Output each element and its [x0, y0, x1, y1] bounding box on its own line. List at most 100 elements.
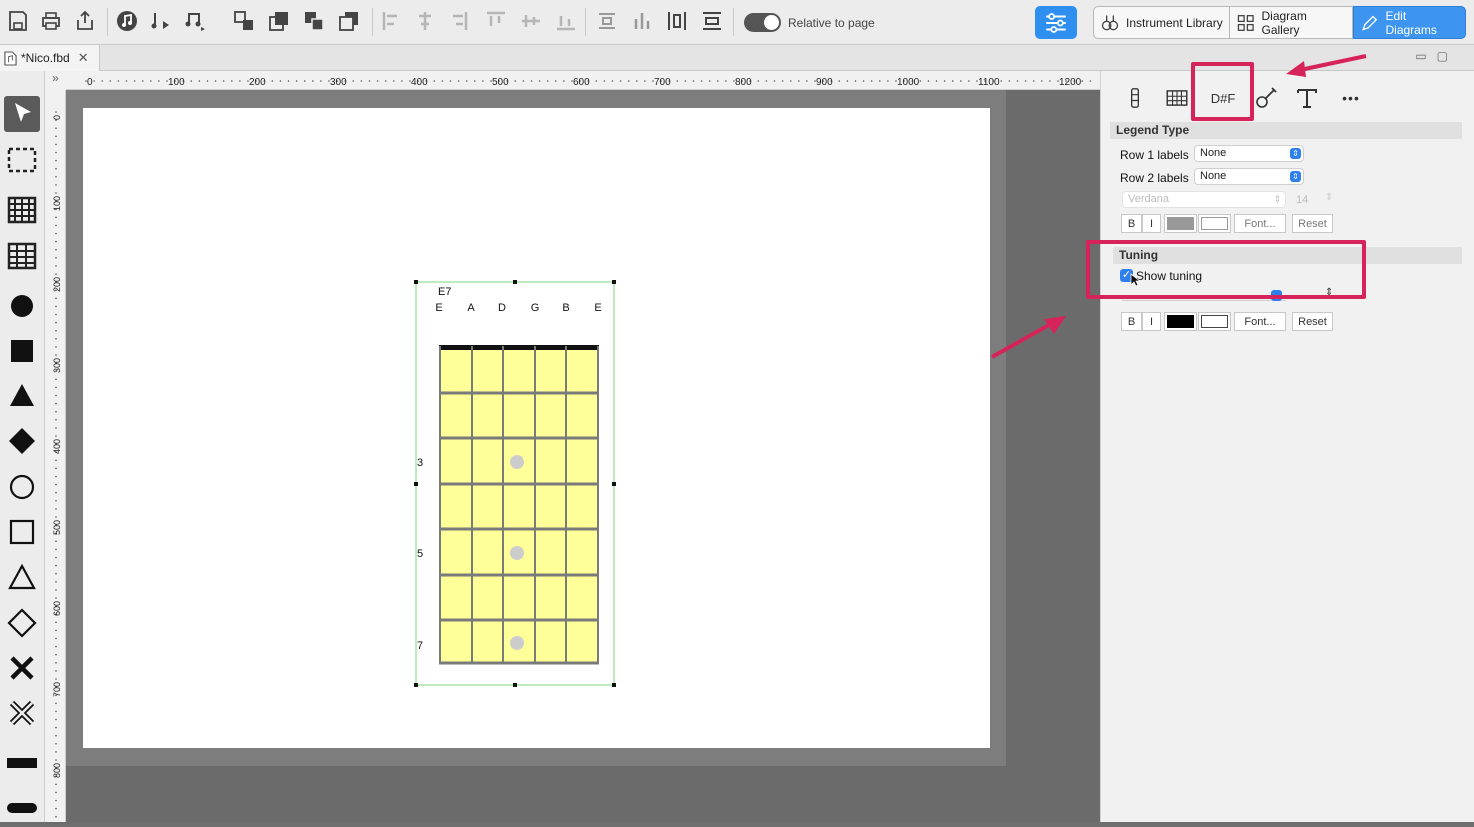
legend-italic-button[interactable]: I	[1142, 214, 1161, 233]
row1-labels-value: None	[1200, 147, 1227, 159]
diagram-gallery-label: Diagram Gallery	[1261, 8, 1307, 37]
filled-square-icon[interactable]	[4, 333, 40, 369]
ruler-corner[interactable]: »	[45, 71, 66, 90]
legend-type-header: Legend Type	[1110, 122, 1462, 139]
notes-menu-icon[interactable]	[181, 6, 211, 36]
fretboard-tool-icon[interactable]	[4, 192, 40, 228]
ruler-tick-label: 600	[573, 77, 590, 88]
relative-to-page-label: Relative to page	[788, 16, 875, 30]
string-label: D	[498, 302, 506, 314]
align-left-icon	[377, 6, 407, 36]
tuning-bold-button[interactable]: B	[1121, 312, 1142, 331]
bring-forward-icon[interactable]	[264, 6, 294, 36]
size-stepper-icon: ⇕	[1325, 192, 1334, 203]
tuning-italic-button[interactable]: I	[1142, 312, 1161, 331]
highlight-tuning-box	[1086, 240, 1366, 299]
row1-labels-select[interactable]: None ⇕	[1194, 145, 1304, 162]
inspector-button[interactable]	[1035, 6, 1077, 39]
horizontal-ruler: 0 100 200 300 400 500 600 700 800 900 1000 1100 1200	[66, 71, 1100, 90]
ruler-tick-label: 0	[87, 77, 93, 88]
row2-labels-select[interactable]: None ⇕	[1194, 168, 1304, 185]
diamond-outline-icon[interactable]	[4, 605, 40, 641]
triangle-outline-icon[interactable]	[4, 560, 40, 596]
tuning-reset-button[interactable]: Reset	[1292, 312, 1333, 331]
filled-diamond-icon[interactable]	[4, 423, 40, 459]
x-outline-icon[interactable]	[4, 695, 40, 731]
ruler-tick-label: 200	[52, 277, 62, 292]
chord-name: E7	[438, 286, 451, 298]
inspector-panel: D#F ••• Legend Type Row 1 labels None ⇕ …	[1100, 71, 1474, 822]
main-toolbar: Relative to page Instrument Library Diag…	[0, 0, 1474, 45]
tuning-bg-swatch[interactable]	[1198, 312, 1231, 331]
legend-color-swatch[interactable]	[1164, 214, 1197, 233]
circle-outline-icon[interactable]	[4, 469, 40, 505]
legend-bg-swatch[interactable]	[1198, 214, 1231, 233]
x-mark-icon[interactable]	[4, 650, 40, 686]
ruler-tick-label: 800	[735, 77, 752, 88]
distribute-vertical-icon	[627, 6, 657, 36]
align-middle-icon	[516, 6, 546, 36]
more-tab[interactable]: •••	[1331, 83, 1371, 113]
legend-reset-button[interactable]: Reset	[1292, 214, 1333, 233]
share-icon[interactable]	[70, 6, 100, 36]
marquee-select-icon[interactable]	[4, 142, 40, 178]
instrument-library-button[interactable]: Instrument Library	[1093, 6, 1230, 39]
send-backward-icon[interactable]	[299, 6, 329, 36]
space-evenly-icon[interactable]	[662, 6, 692, 36]
tuning-color-swatch[interactable]	[1164, 312, 1197, 331]
ruler-tick-label: 700	[52, 682, 62, 697]
tuning-font-button[interactable]: Font...	[1234, 312, 1286, 331]
stepper-icon: ⇕	[1290, 148, 1301, 159]
bar-icon[interactable]	[4, 745, 40, 781]
diagram-gallery-button[interactable]: Diagram Gallery	[1230, 6, 1353, 39]
legend-font-button[interactable]: Font...	[1234, 214, 1286, 233]
fret-label: 5	[417, 548, 423, 560]
ruler-tick-label: 800	[52, 763, 62, 778]
sliders-icon	[1046, 12, 1066, 33]
fret-label: 3	[417, 457, 423, 469]
filled-circle-icon[interactable]	[4, 288, 40, 324]
edit-diagrams-button[interactable]: Edit Diagrams	[1353, 6, 1466, 39]
filled-triangle-icon[interactable]	[4, 378, 40, 414]
pencil-icon	[1362, 15, 1378, 31]
print-icon[interactable]	[36, 6, 66, 36]
legend-font-size: 14	[1296, 194, 1309, 206]
ruler-tick-label: 600	[52, 601, 62, 616]
annotation-arrow-left	[991, 319, 1057, 359]
legend-font-select: Verdana ⇕	[1122, 191, 1286, 208]
send-to-back-icon[interactable]	[334, 6, 364, 36]
string-label: A	[467, 302, 475, 314]
square-outline-icon[interactable]	[4, 514, 40, 550]
rounded-bar-icon[interactable]	[4, 790, 40, 826]
select-tool-icon[interactable]	[4, 96, 40, 132]
window-controls[interactable]: ▭▢	[1415, 49, 1458, 63]
canvas-area[interactable]: E7 E A D G B E 3 5 7	[66, 90, 1100, 822]
relative-to-page-toggle[interactable]	[744, 13, 781, 32]
string-label: B	[562, 302, 569, 314]
highlight-tab-box	[1191, 62, 1254, 121]
music-app-icon[interactable]	[112, 6, 142, 36]
close-tab-icon[interactable]: ✕	[78, 50, 89, 66]
table-tool-icon[interactable]	[4, 238, 40, 274]
align-bottom-icon	[551, 6, 581, 36]
chord-diagram[interactable]: E7 E A D G B E 3 5 7	[66, 90, 1100, 822]
legend-bold-button[interactable]: B	[1121, 214, 1142, 233]
grid-icon	[1237, 14, 1254, 31]
row1-labels-label: Row 1 labels	[1120, 148, 1189, 162]
string-label: E	[594, 302, 601, 314]
save-icon[interactable]	[3, 6, 33, 36]
ruler-tick-label: 300	[330, 77, 347, 88]
ruler-tick-label: 0	[52, 115, 62, 120]
document-tab[interactable]: *Nico.fbd ✕	[0, 45, 100, 71]
note-insert-icon[interactable]	[146, 6, 176, 36]
chevron-updown-icon: ⇕	[1273, 194, 1281, 204]
ruler-tick-label: 1200	[1059, 77, 1082, 88]
group-icon[interactable]	[229, 6, 259, 36]
row2-labels-value: None	[1200, 170, 1227, 182]
instrument-icon	[1101, 15, 1119, 30]
ruler-tick-label: 900	[816, 77, 833, 88]
string-tab-icon[interactable]	[1115, 83, 1155, 113]
text-tab-icon[interactable]	[1287, 83, 1327, 113]
annotation-arrow-right	[1286, 54, 1367, 77]
space-vertical-icon[interactable]	[697, 6, 727, 36]
